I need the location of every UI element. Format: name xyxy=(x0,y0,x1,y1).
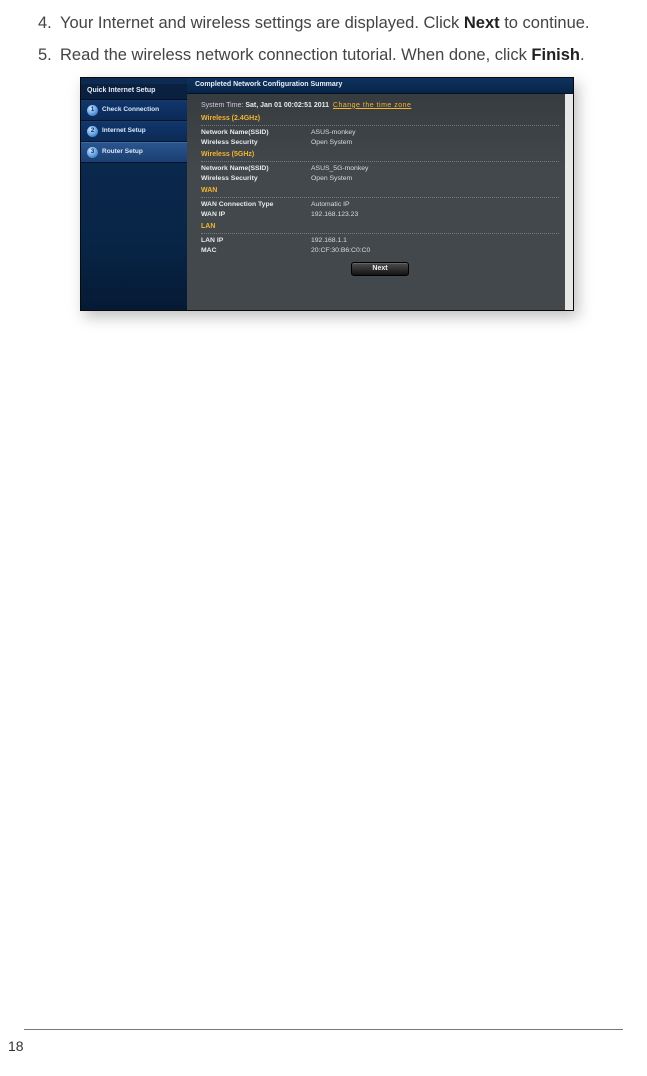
field-value: 192.168.123.23 xyxy=(311,211,559,218)
panel-title: Completed Network Configuration Summary xyxy=(187,78,573,94)
divider xyxy=(201,233,559,234)
sidebar-item-router-setup[interactable]: 3 Router Setup xyxy=(81,142,187,163)
section-wan: WAN xyxy=(201,184,559,196)
field-value: 192.168.1.1 xyxy=(311,237,559,244)
change-timezone-link[interactable]: Change the time zone xyxy=(333,102,412,109)
page-number: 18 xyxy=(0,1038,647,1054)
field-value: 20:CF:30:B6:C0:C0 xyxy=(311,247,559,254)
field-value: ASUS-monkey xyxy=(311,129,559,136)
step-badge-icon: 2 xyxy=(87,126,98,137)
step-5: 5. Read the wireless network connection … xyxy=(38,44,619,66)
divider xyxy=(201,161,559,162)
section-wireless-5: Wireless (5GHz) xyxy=(201,148,559,160)
summary-panel: Completed Network Configuration Summary … xyxy=(187,78,573,310)
step-pre: Read the wireless network connection tut… xyxy=(60,46,531,64)
row-security-5: Wireless SecurityOpen System xyxy=(201,174,559,184)
step-number: 4. xyxy=(38,12,60,34)
section-lan: LAN xyxy=(201,220,559,232)
step-number: 5. xyxy=(38,44,60,66)
divider xyxy=(201,125,559,126)
field-label: Wireless Security xyxy=(201,175,311,182)
wizard-sidebar: Quick Internet Setup 1 Check Connection … xyxy=(81,78,187,310)
router-config-window: Quick Internet Setup 1 Check Connection … xyxy=(80,77,574,311)
field-label: WAN Connection Type xyxy=(201,201,311,208)
field-label: Wireless Security xyxy=(201,139,311,146)
field-value: Open System xyxy=(311,175,559,182)
step-badge-icon: 3 xyxy=(87,147,98,158)
next-button[interactable]: Next xyxy=(351,262,409,276)
row-wan-ip: WAN IP192.168.123.23 xyxy=(201,210,559,220)
step-4: 4. Your Internet and wireless settings a… xyxy=(38,12,619,34)
step-pre: Your Internet and wireless settings are … xyxy=(60,14,464,32)
row-ssid-24: Network Name(SSID)ASUS-monkey xyxy=(201,128,559,138)
step-text: Your Internet and wireless settings are … xyxy=(60,12,619,34)
scrollbar[interactable] xyxy=(565,94,573,310)
field-label: MAC xyxy=(201,247,311,254)
section-wireless-24: Wireless (2.4GHz) xyxy=(201,112,559,124)
instruction-list: 4. Your Internet and wireless settings a… xyxy=(0,0,647,67)
field-label: LAN IP xyxy=(201,237,311,244)
step-bold: Next xyxy=(464,14,500,32)
step-badge-icon: 1 xyxy=(87,105,98,116)
button-row: Next xyxy=(201,262,559,276)
system-time-value: Sat, Jan 01 00:02:51 2011 xyxy=(245,102,329,109)
field-value: Automatic IP xyxy=(311,201,559,208)
row-lan-ip: LAN IP192.168.1.1 xyxy=(201,236,559,246)
row-mac: MAC20:CF:30:B6:C0:C0 xyxy=(201,246,559,256)
divider xyxy=(201,197,559,198)
row-security-24: Wireless SecurityOpen System xyxy=(201,138,559,148)
page-footer: 18 xyxy=(0,1029,647,1054)
sidebar-title: Quick Internet Setup xyxy=(81,84,187,100)
system-time-row: System Time: Sat, Jan 01 00:02:51 2011 C… xyxy=(201,102,559,109)
system-time-label: System Time: xyxy=(201,102,243,109)
panel-content: System Time: Sat, Jan 01 00:02:51 2011 C… xyxy=(187,94,573,284)
step-post: to continue. xyxy=(500,14,590,32)
sidebar-item-label: Check Connection xyxy=(102,107,159,114)
field-label: Network Name(SSID) xyxy=(201,165,311,172)
embedded-screenshot: Quick Internet Setup 1 Check Connection … xyxy=(80,77,574,311)
step-text: Read the wireless network connection tut… xyxy=(60,44,619,66)
sidebar-item-label: Internet Setup xyxy=(102,128,146,135)
field-label: WAN IP xyxy=(201,211,311,218)
sidebar-item-check-connection[interactable]: 1 Check Connection xyxy=(81,100,187,121)
footer-rule xyxy=(24,1029,623,1030)
sidebar-item-internet-setup[interactable]: 2 Internet Setup xyxy=(81,121,187,142)
row-wan-type: WAN Connection TypeAutomatic IP xyxy=(201,200,559,210)
step-bold: Finish xyxy=(531,46,580,64)
step-post: . xyxy=(580,46,585,64)
field-value: Open System xyxy=(311,139,559,146)
field-value: ASUS_5G-monkey xyxy=(311,165,559,172)
field-label: Network Name(SSID) xyxy=(201,129,311,136)
row-ssid-5: Network Name(SSID)ASUS_5G-monkey xyxy=(201,164,559,174)
sidebar-item-label: Router Setup xyxy=(102,149,143,156)
